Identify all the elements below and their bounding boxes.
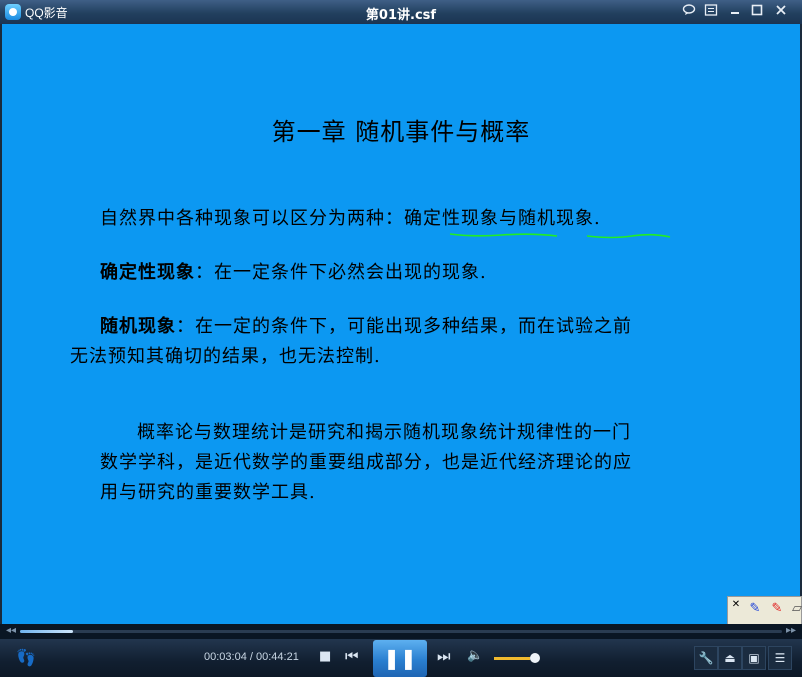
video-area[interactable]: 第一章 随机事件与概率 自然界中各种现象可以区分为两种：确定性现象与随机现象. … — [2, 24, 802, 626]
eraser-icon[interactable]: ▱ — [788, 601, 802, 621]
slide-definition-random: 随机现象：在一定的条件下，可能出现多种结果，而在试验之前 — [100, 312, 632, 338]
slide-paragraph-line-3: 用与研究的重要数学工具. — [100, 482, 316, 503]
next-button[interactable]: ⏭ — [437, 647, 451, 665]
red-pen-icon[interactable]: ✎ — [768, 601, 786, 621]
screen-icon[interactable]: ▣ — [742, 646, 766, 670]
ink-underline-deterministic — [449, 233, 558, 237]
definition-random: ：在一定的条件下，可能出现多种结果，而在试验之前 — [176, 316, 632, 337]
seek-back-icon[interactable]: ◂◂ — [6, 625, 16, 636]
term-random: 随机现象 — [100, 316, 176, 337]
definition-random-continued: 无法预知其确切的结果，也无法控制. — [70, 346, 381, 367]
ink-underline-random — [586, 233, 671, 239]
menu-icon[interactable] — [702, 3, 720, 21]
stop-button[interactable]: ■ — [319, 649, 331, 664]
footprint-icon[interactable]: 👣 — [16, 648, 36, 667]
slide-paragraph-line-2: 数学学科，是近代数学的重要组成部分，也是近代经济理论的应 — [100, 452, 632, 473]
term-deterministic: 确定性现象 — [100, 262, 195, 283]
minimize-icon[interactable] — [726, 3, 744, 21]
total-time: 00:44:21 — [256, 651, 299, 663]
control-bar: 👣 00:03:04 / 00:44:21 ■ ⏮ ❚❚ ⏭ 🔈 🔧 ⏏ ▣ ☰ — [0, 639, 802, 677]
close-icon[interactable]: ✕ — [730, 599, 742, 611]
pause-button[interactable]: ❚❚ — [373, 640, 427, 677]
current-time: 00:03:04 — [204, 651, 247, 663]
progress-bar: ◂◂ ▸▸ — [0, 624, 802, 639]
volume-knob[interactable] — [530, 653, 540, 663]
slide-text-intro: 自然界中各种现象可以区分为两种：确定性现象与随机现象. — [100, 208, 601, 229]
time-separator: / — [246, 651, 256, 663]
volume-fill — [494, 657, 530, 660]
title-bar[interactable]: QQ影音 第01讲.csf — [0, 0, 802, 24]
eject-icon[interactable]: ⏏ — [718, 646, 742, 670]
slide-paragraph-line-1: 概率论与数理统计是研究和揭示随机现象统计规律性的一门 — [137, 422, 631, 443]
blue-pen-icon[interactable]: ✎ — [746, 601, 764, 621]
time-display: 00:03:04 / 00:44:21 — [204, 651, 299, 663]
maximize-icon[interactable] — [748, 3, 766, 21]
slide-title: 第一章 随机事件与概率 — [271, 118, 531, 146]
slide-definition-deterministic: 确定性现象：在一定条件下必然会出现的现象. — [100, 258, 487, 284]
speech-bubble-icon[interactable] — [680, 3, 698, 21]
playlist-icon[interactable]: ☰ — [768, 646, 792, 670]
close-icon[interactable] — [772, 3, 790, 21]
seek-progress-fill — [20, 630, 73, 633]
seek-forward-icon[interactable]: ▸▸ — [786, 625, 796, 636]
seek-slider[interactable] — [20, 630, 782, 633]
qq-player-window: QQ影音 第01讲.csf 第一章 随机事件与概率 自然界中各种现象可以区分为两… — [0, 0, 802, 677]
previous-button[interactable]: ⏮ — [345, 647, 359, 665]
definition-deterministic: ：在一定条件下必然会出现的现象. — [195, 262, 487, 283]
tools-icon[interactable]: 🔧 — [694, 646, 718, 670]
pen-toolbar: ✕ ✎ ✎ ▱ — [727, 596, 802, 626]
volume-icon[interactable]: 🔈 — [467, 648, 483, 663]
